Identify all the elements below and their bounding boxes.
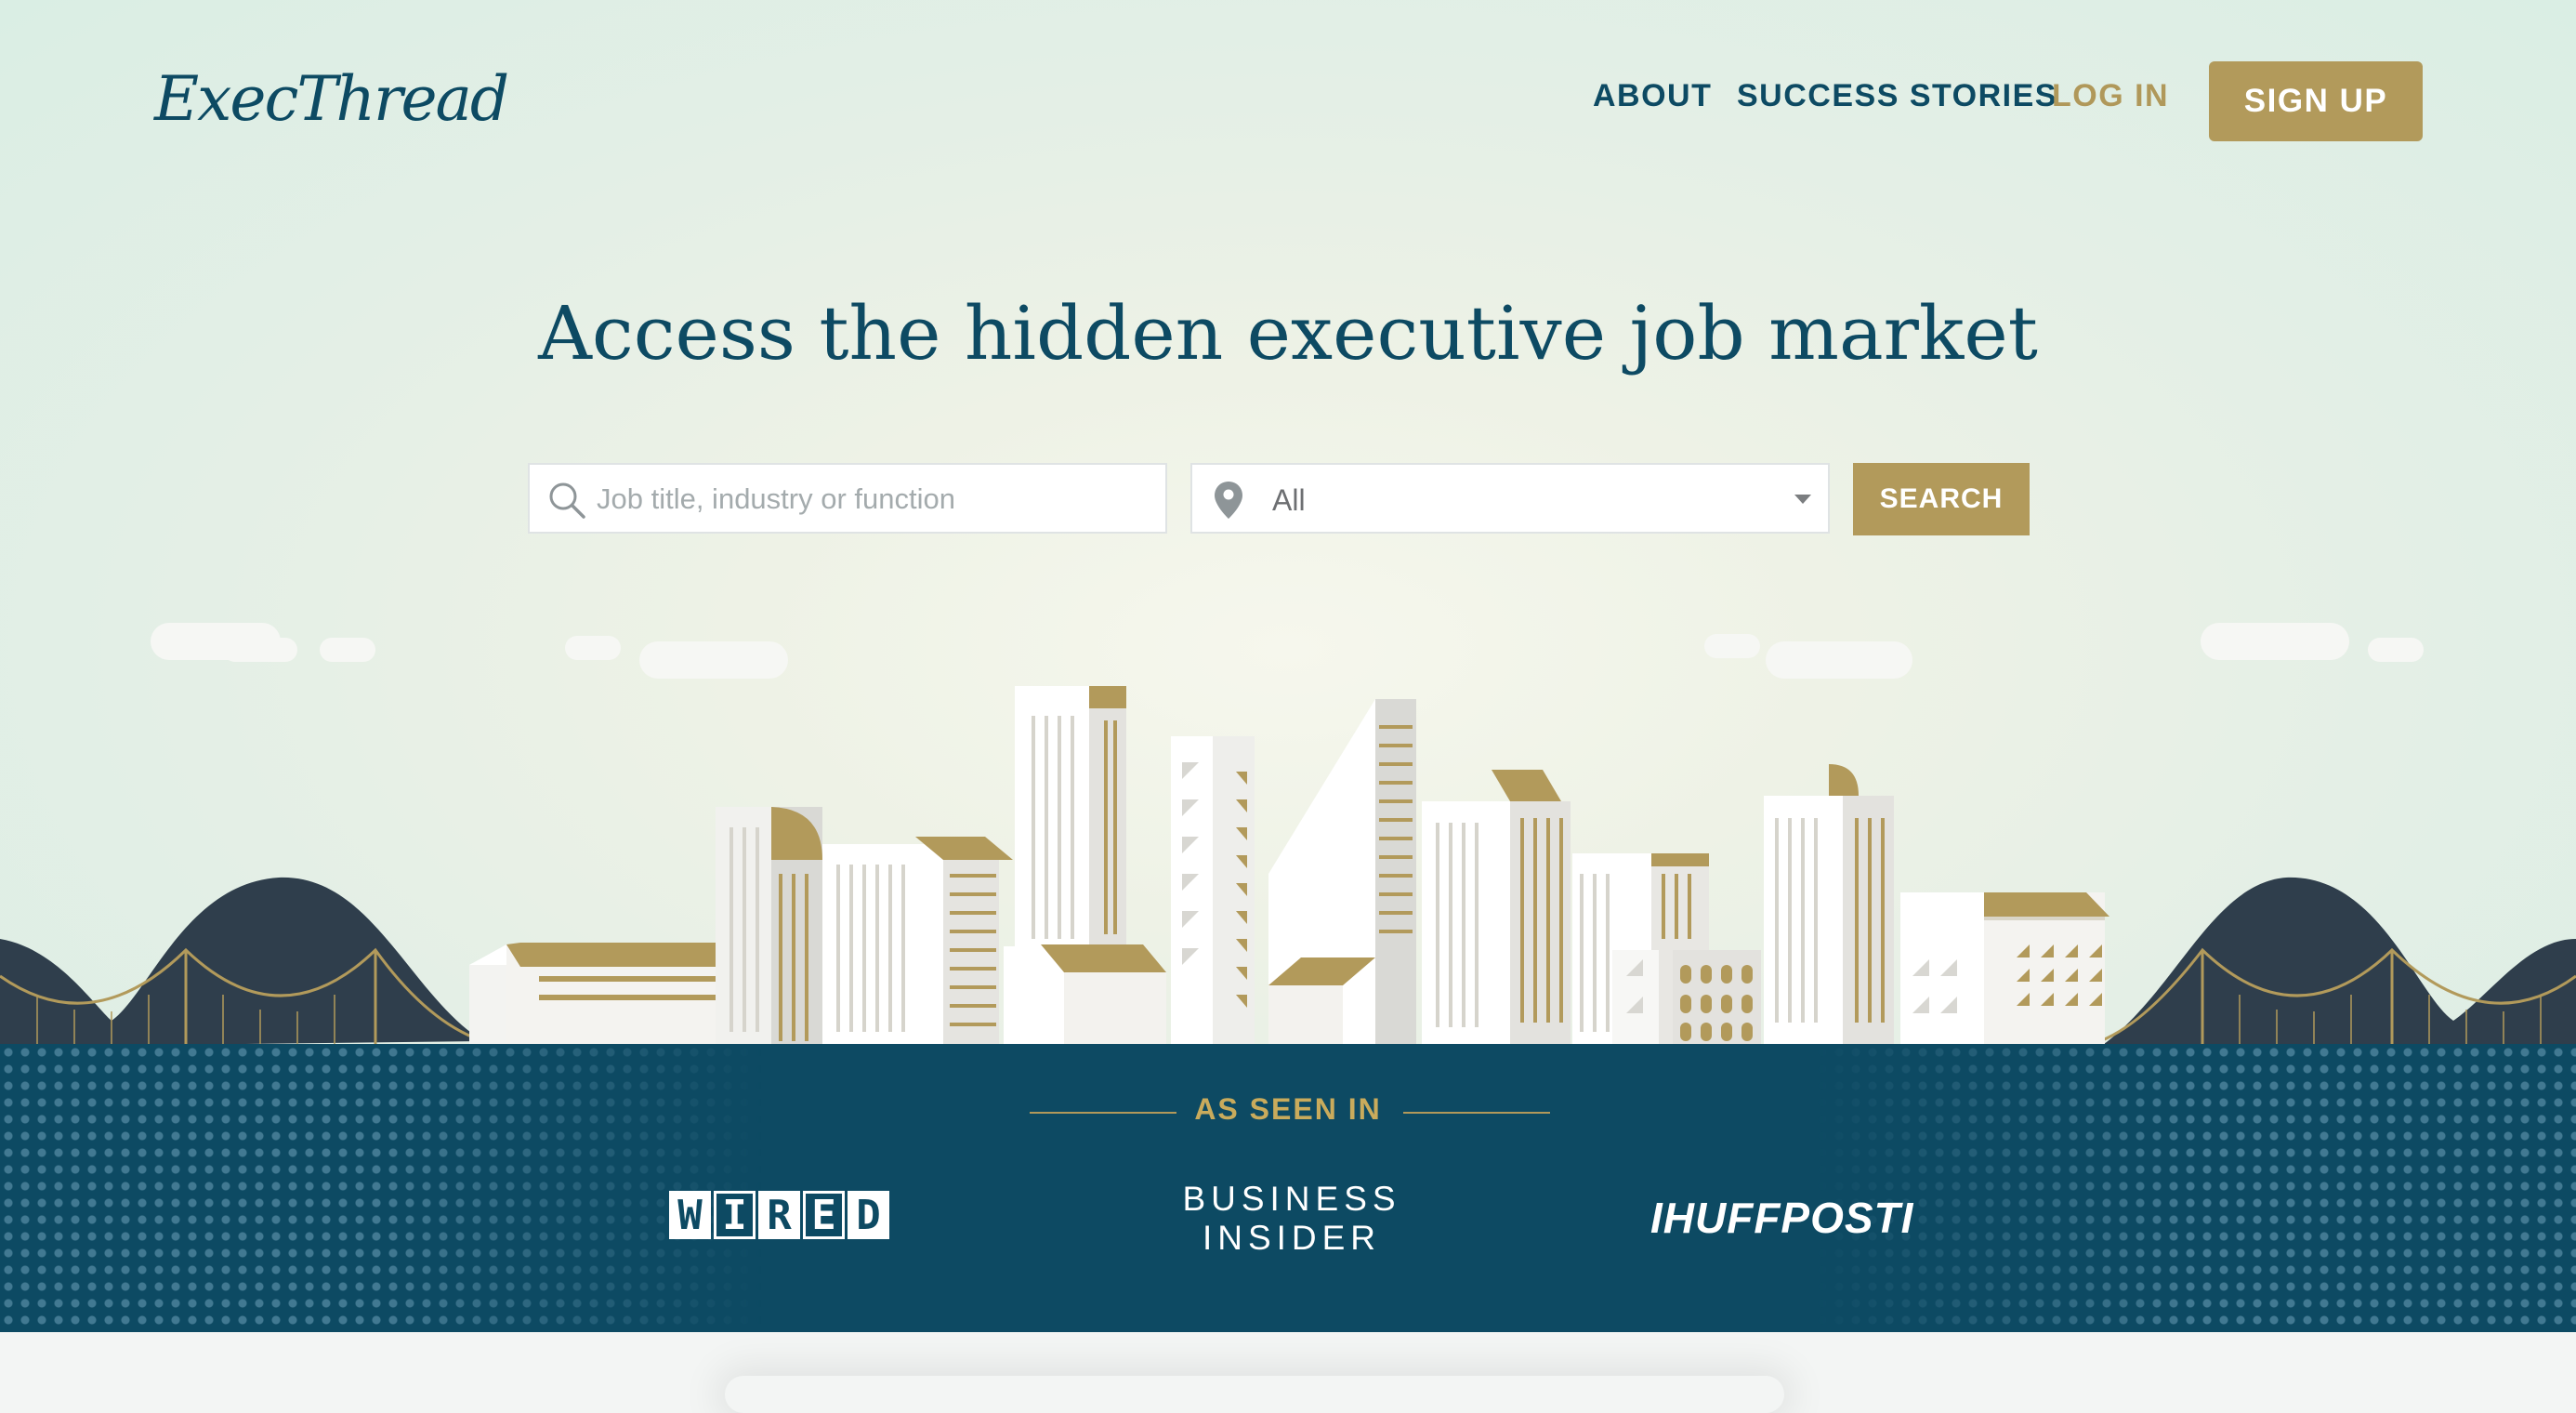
clouds xyxy=(151,623,2424,679)
search-button[interactable]: SEARCH xyxy=(1853,463,2030,535)
left-hill xyxy=(0,877,483,1047)
nav-success-stories-link[interactable]: SUCCESS STORIES xyxy=(1737,78,2057,114)
job-search-field[interactable] xyxy=(528,463,1167,534)
nav-log-in-link[interactable]: LOG IN xyxy=(2052,78,2169,114)
dot-pattern-right xyxy=(1814,1044,2576,1332)
wired-letter: I xyxy=(714,1191,756,1239)
right-hill xyxy=(2100,877,2576,1047)
dot-pattern-left xyxy=(0,1044,762,1332)
wired-logo: W I R E D xyxy=(669,1191,889,1239)
as-seen-in-label: AS SEEN IN xyxy=(1194,1092,1382,1126)
wired-letter: E xyxy=(803,1191,845,1239)
location-selected-value: All xyxy=(1272,483,1306,517)
wired-letter: D xyxy=(848,1191,889,1239)
caret-down-icon xyxy=(1794,495,1811,504)
search-icon xyxy=(549,482,585,519)
location-select[interactable]: All xyxy=(1190,463,1830,534)
city-skyline-illustration xyxy=(0,623,2576,1047)
business-insider-logo: BUSINESS INSIDER xyxy=(1162,1180,1422,1258)
buildings xyxy=(469,686,2109,1047)
exec-thread-logo[interactable]: ExecThread xyxy=(154,63,509,135)
job-search-input[interactable] xyxy=(595,465,1156,534)
as-seen-in-section: AS SEEN IN W I R E D BUSINESS INSIDER IH… xyxy=(0,1044,2576,1332)
business-insider-line1: BUSINESS xyxy=(1182,1180,1401,1218)
sign-up-button[interactable]: SIGN UP xyxy=(2209,61,2423,141)
nav-about-link[interactable]: ABOUT xyxy=(1593,78,1712,114)
wired-letter: W xyxy=(669,1191,711,1239)
business-insider-line2: INSIDER xyxy=(1202,1219,1382,1257)
next-section-card-shadow xyxy=(725,1376,1784,1413)
hero-headline: Access the hidden executive job market xyxy=(538,290,2038,376)
huffpost-logo: IHUFFPOSTI xyxy=(1650,1194,1914,1242)
wired-letter: R xyxy=(758,1191,800,1239)
map-pin-icon xyxy=(1215,482,1242,519)
